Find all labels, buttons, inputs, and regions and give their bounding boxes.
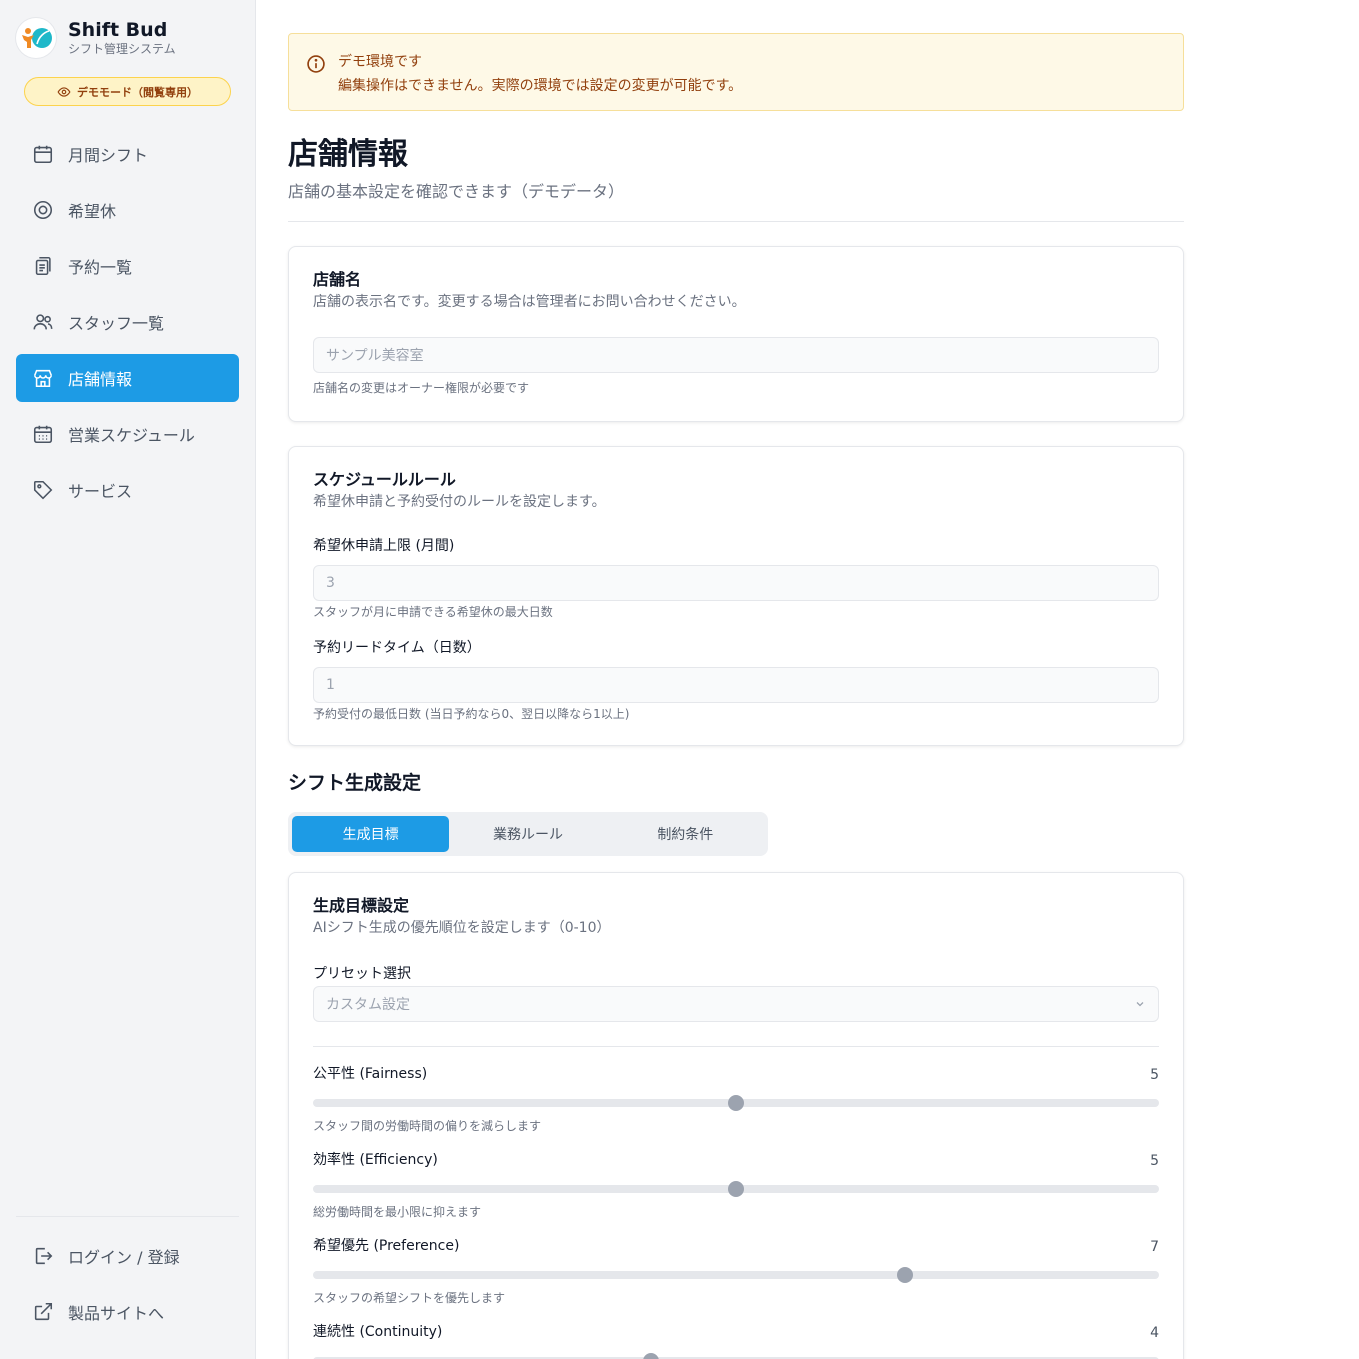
sidebar: Shift Bud シフト管理システム デモモード（閲覧専用） 月間シフト 希望… (0, 0, 256, 1359)
header-divider (288, 221, 1184, 222)
slider-track[interactable] (313, 1095, 1159, 1111)
tab-constraints[interactable]: 制約条件 (607, 816, 764, 852)
preset-select[interactable]: カスタム設定 (313, 986, 1159, 1022)
sidebar-item-label: ログイン / 登録 (68, 1248, 180, 1267)
generation-goals-card: 生成目標設定 AIシフト生成の優先順位を設定します（0-10） プリセット選択 … (288, 872, 1184, 1359)
sidebar-item-store-info[interactable]: 店舗情報 (16, 354, 239, 402)
slider-fairness: 公平性 (Fairness) 5 スタッフ間の労働時間の偏りを減らします (313, 1063, 1159, 1149)
card-title: スケジュールルール (313, 470, 456, 489)
field-label: 希望休申請上限 (月間) (313, 538, 455, 554)
banner-title: デモ環境です (338, 54, 422, 70)
lead-time-input[interactable]: 1 (313, 667, 1159, 703)
demo-mode-label: デモモード（閲覧専用） (77, 85, 198, 99)
card-title: 店舗名 (313, 270, 362, 289)
sidebar-item-label: 予約一覧 (68, 258, 133, 277)
sidebar-divider (16, 1216, 239, 1217)
slider-hint: スタッフ間の労働時間の偏りを減らします (313, 1119, 542, 1133)
input-value: サンプル美容室 (326, 348, 424, 364)
app-subtitle: シフト管理システム (68, 42, 176, 56)
slider-efficiency: 効率性 (Efficiency) 5 総労働時間を最小限に抑えます (313, 1149, 1159, 1235)
banner-description: 編集操作はできません。実際の環境では設定の変更が可能です。 (338, 78, 743, 94)
shift-settings-tabs: 生成目標 業務ルール 制約条件 (288, 812, 768, 856)
card-description: 希望休申請と予約受付のルールを設定します。 (313, 494, 606, 510)
info-icon (307, 55, 325, 73)
sidebar-item-login[interactable]: ログイン / 登録 (16, 1232, 239, 1280)
select-value: カスタム設定 (326, 997, 410, 1013)
slider-value: 5 (1150, 1153, 1159, 1169)
slider-value: 4 (1150, 1325, 1159, 1341)
slider-label: 希望優先 (Preference) (313, 1238, 460, 1254)
sidebar-item-label: 店舗情報 (68, 370, 133, 389)
sidebar-item-product-site[interactable]: 製品サイトへ (16, 1288, 239, 1336)
page-title: 店舗情報 (288, 137, 408, 172)
field-hint: 予約受付の最低日数 (当日予約なら0、翌日以降なら1以上) (313, 707, 630, 721)
card-description: 店舗の表示名です。変更する場合は管理者にお問い合わせください。 (313, 294, 746, 310)
sidebar-item-day-off-request[interactable]: 希望休 (16, 186, 239, 234)
schedule-rules-card: スケジュールルール 希望休申請と予約受付のルールを設定します。 希望休申請上限 … (288, 446, 1184, 746)
sidebar-item-label: 月間シフト (68, 146, 149, 165)
target-icon (33, 200, 53, 220)
logo-icon (16, 18, 56, 58)
slider-hint: スタッフの希望シフトを優先します (313, 1291, 506, 1305)
users-icon (33, 314, 53, 330)
login-icon (35, 1247, 53, 1265)
divider (313, 1046, 1159, 1047)
sidebar-item-label: 製品サイトへ (68, 1304, 165, 1323)
sidebar-item-monthly-shift[interactable]: 月間シフト (16, 130, 239, 178)
card-title: 生成目標設定 (313, 896, 410, 915)
priority-sliders: 公平性 (Fairness) 5 スタッフ間の労働時間の偏りを減らします 効率性… (313, 1063, 1159, 1359)
tab-business-rules[interactable]: 業務ルール (449, 816, 606, 852)
field-hint: スタッフが月に申請できる希望休の最大日数 (313, 605, 553, 619)
sidebar-item-business-schedule[interactable]: 営業スケジュール (16, 410, 239, 458)
sidebar-item-services[interactable]: サービス (16, 466, 239, 514)
brand[interactable]: Shift Bud シフト管理システム (16, 18, 176, 58)
external-link-icon (34, 1302, 53, 1321)
slider-track[interactable] (313, 1267, 1159, 1283)
slider-thumb[interactable] (728, 1095, 744, 1111)
slider-value: 5 (1150, 1067, 1159, 1083)
field-hint: 店舗名の変更はオーナー権限が必要です (313, 381, 530, 395)
main-content: デモ環境です 編集操作はできません。実際の環境では設定の変更が可能です。 店舗情… (288, 0, 1184, 1359)
sidebar-bottom-nav: ログイン / 登録 製品サイトへ (16, 1232, 239, 1344)
demo-banner: デモ環境です 編集操作はできません。実際の環境では設定の変更が可能です。 (288, 33, 1184, 111)
slider-hint: 総労働時間を最小限に抑えます (313, 1205, 482, 1219)
sidebar-item-label: スタッフ一覧 (68, 314, 165, 333)
slider-value: 7 (1150, 1239, 1159, 1255)
input-value: 3 (326, 575, 335, 591)
sidebar-item-label: 希望休 (68, 202, 117, 221)
slider-thumb[interactable] (643, 1353, 660, 1359)
slider-label: 公平性 (Fairness) (313, 1066, 428, 1082)
card-description: AIシフト生成の優先順位を設定します（0-10） (313, 920, 611, 936)
app-name: Shift Bud (68, 19, 168, 41)
store-name-input[interactable]: サンプル美容室 (313, 337, 1159, 373)
eye-icon (57, 86, 71, 97)
preset-label: プリセット選択 (313, 966, 411, 982)
chevron-down-icon (1136, 1002, 1144, 1007)
tag-icon (33, 480, 53, 500)
sidebar-nav: 月間シフト 希望休 予約一覧 スタッフ一覧 店舗情報 営業スケジュール サービス (16, 130, 239, 522)
slider-label: 連続性 (Continuity) (313, 1324, 443, 1340)
slider-thumb[interactable] (728, 1181, 744, 1197)
field-label: 予約リードタイム（日数） (313, 640, 481, 656)
slider-preference: 希望優先 (Preference) 7 スタッフの希望シフトを優先します (313, 1235, 1159, 1321)
calendar-icon (33, 145, 53, 164)
store-name-card: 店舗名 店舗の表示名です。変更する場合は管理者にお問い合わせください。 サンプル… (288, 246, 1184, 422)
day-off-limit-input[interactable]: 3 (313, 565, 1159, 601)
slider-continuity: 連続性 (Continuity) 4 (313, 1321, 1159, 1359)
slider-label: 効率性 (Efficiency) (313, 1152, 438, 1168)
store-icon (33, 369, 53, 388)
sidebar-item-reservations[interactable]: 予約一覧 (16, 242, 239, 290)
demo-mode-badge: デモモード（閲覧専用） (24, 77, 231, 106)
page-subtitle: 店舗の基本設定を確認できます（デモデータ） (288, 182, 625, 201)
input-value: 1 (326, 677, 335, 693)
sidebar-item-staff-list[interactable]: スタッフ一覧 (16, 298, 239, 346)
slider-thumb[interactable] (897, 1267, 914, 1283)
slider-track[interactable] (313, 1181, 1159, 1197)
section-title: シフト生成設定 (288, 772, 422, 794)
calendar-days-icon (33, 425, 53, 444)
sidebar-item-label: 営業スケジュール (68, 426, 195, 445)
sidebar-item-label: サービス (68, 482, 133, 501)
clipboard-icon (35, 256, 51, 276)
tab-generation-goals[interactable]: 生成目標 (292, 816, 450, 852)
